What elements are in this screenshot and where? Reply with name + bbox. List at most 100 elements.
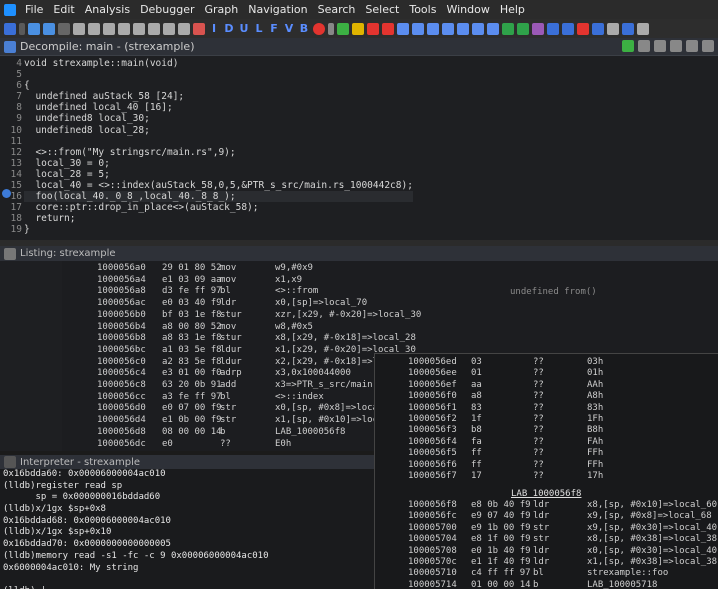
breakpoint-marker-icon[interactable] — [2, 189, 11, 198]
snapshot-icon[interactable] — [638, 40, 650, 52]
operands: x3,0x100044000 — [275, 368, 351, 379]
save-icon[interactable] — [4, 22, 16, 35]
toolbar-letter-v[interactable]: V — [283, 22, 295, 35]
navigate-icon[interactable] — [73, 22, 85, 35]
code-line[interactable]: local_28 = 5; — [24, 169, 413, 180]
code-line[interactable] — [24, 69, 413, 80]
dropdown-icon[interactable] — [328, 22, 334, 35]
menu-debugger[interactable]: Debugger — [135, 0, 199, 19]
code-line[interactable]: <>::from("My stringsrc/main.rs",9); — [24, 147, 413, 158]
refresh-icon[interactable] — [622, 40, 634, 52]
toolbar-letter-d[interactable]: D — [223, 22, 235, 35]
code-line[interactable]: undefined8 local_30; — [24, 113, 413, 124]
menu-tools[interactable]: Tools — [404, 0, 441, 19]
mnemonic: ldur — [220, 356, 242, 367]
menu-icon[interactable] — [686, 40, 698, 52]
step-over-icon[interactable] — [412, 22, 424, 35]
tool-icon[interactable] — [547, 22, 559, 35]
navigate-icon[interactable] — [178, 22, 190, 35]
step-out-icon[interactable] — [427, 22, 439, 35]
tool-icon[interactable] — [637, 22, 649, 35]
menu-search[interactable]: Search — [313, 0, 361, 19]
menu-select[interactable]: Select — [360, 0, 404, 19]
line-number: 19 — [10, 224, 22, 236]
bytes: fa — [471, 436, 482, 447]
navigate-icon[interactable] — [88, 22, 100, 35]
code-line[interactable]: { — [24, 80, 413, 91]
toolbar-letter-l[interactable]: L — [253, 22, 265, 35]
menu-graph[interactable]: Graph — [200, 0, 244, 19]
tool-icon[interactable] — [562, 22, 574, 35]
code-line[interactable]: return; — [24, 213, 413, 224]
menu-analysis[interactable]: Analysis — [80, 0, 135, 19]
code-line[interactable] — [24, 136, 413, 147]
undo-icon[interactable] — [502, 22, 514, 35]
tool-icon[interactable] — [607, 22, 619, 35]
step-icon[interactable] — [487, 22, 499, 35]
code-line[interactable]: local_40 = <>::index(auStack_58,0,5,&PTR… — [24, 180, 413, 191]
bytes: e0 03 40 f9 — [162, 298, 222, 309]
listing-popup[interactable]: 1000056ed 03?? 03h 1000056ee 01?? 01h 1000056e… — [374, 353, 718, 589]
toolbar-letter-i[interactable]: I — [208, 22, 220, 35]
address: 10000570c — [408, 557, 457, 567]
menu-navigation[interactable]: Navigation — [243, 0, 312, 19]
menu-edit[interactable]: Edit — [48, 0, 79, 19]
step-into-icon[interactable] — [397, 22, 409, 35]
operands: x3=>PTR_s_src/main.r — [275, 380, 384, 390]
operands: x1,[sp, #0x10]=>local — [275, 415, 389, 426]
operands: FAh — [587, 436, 604, 447]
navigate-icon[interactable] — [163, 22, 175, 35]
jump-label[interactable]: LAB_1000056f8 — [511, 489, 581, 500]
menu-window[interactable]: Window — [441, 0, 494, 19]
navigate-icon[interactable] — [118, 22, 130, 35]
tool-icon[interactable] — [592, 22, 604, 35]
operands: 17h — [587, 471, 604, 481]
redo-icon[interactable] — [517, 22, 529, 35]
close-icon[interactable] — [702, 40, 714, 52]
pause-icon[interactable] — [352, 22, 364, 35]
step-icon[interactable] — [472, 22, 484, 35]
tool-icon[interactable] — [622, 22, 634, 35]
menu-file[interactable]: File — [20, 0, 48, 19]
bytes: 08 00 00 14 — [162, 426, 222, 437]
disconnect-icon[interactable] — [382, 22, 394, 35]
bytes: ff — [471, 459, 482, 470]
code-line[interactable]: local_30 = 0; — [24, 158, 413, 169]
stop-icon[interactable] — [193, 22, 205, 35]
stop-debug-icon[interactable] — [367, 22, 379, 35]
code-line[interactable]: } — [24, 224, 413, 235]
forward-arrow-icon[interactable] — [43, 22, 55, 35]
code-line[interactable]: undefined8 local_28; — [24, 125, 413, 136]
decompiled-code[interactable]: void strexample::main(void){ undefined a… — [24, 58, 413, 236]
operands: x9,[sp, #0x8]=>local_68 — [587, 511, 712, 522]
code-line[interactable]: core::ptr::drop_in_place<>(auStack_58); — [24, 202, 413, 213]
export-icon[interactable] — [670, 40, 682, 52]
step-icon[interactable] — [457, 22, 469, 35]
play-icon[interactable] — [337, 22, 349, 35]
line-number: 18 — [10, 213, 22, 225]
toolbar-letter-u[interactable]: U — [238, 22, 250, 35]
toolbar-letter-f[interactable]: F — [268, 22, 280, 35]
navigate-icon[interactable] — [133, 22, 145, 35]
code-line[interactable]: undefined auStack_58 [24]; — [24, 91, 413, 102]
mnemonic: bl — [533, 568, 544, 579]
back-arrow-icon[interactable] — [28, 22, 40, 35]
check-icon[interactable] — [532, 22, 544, 35]
record-icon[interactable] — [313, 22, 325, 35]
code-line[interactable]: foo(local_40._0_8_,local_40._8_8_); — [24, 191, 413, 203]
toolbar-letter-b[interactable]: B — [298, 22, 310, 35]
operands: x0,[sp, #0x30]=>local_40 — [587, 545, 718, 556]
interpreter-console[interactable]: 0x16bdda60: 0x00006000004ac010 (lldb)regi… — [0, 469, 374, 589]
code-line[interactable]: void strexample::main(void) — [24, 58, 413, 69]
menu-help[interactable]: Help — [495, 0, 530, 19]
history-icon[interactable] — [58, 22, 70, 35]
line-number: 17 — [10, 202, 22, 214]
copy-icon[interactable] — [654, 40, 666, 52]
navigate-icon[interactable] — [148, 22, 160, 35]
code-line[interactable]: undefined local_40 [16]; — [24, 102, 413, 113]
mnemonic: ?? — [220, 438, 231, 449]
tool-icon[interactable] — [577, 22, 589, 35]
navigate-icon[interactable] — [103, 22, 115, 35]
mnemonic: ?? — [533, 471, 544, 481]
step-back-icon[interactable] — [442, 22, 454, 35]
